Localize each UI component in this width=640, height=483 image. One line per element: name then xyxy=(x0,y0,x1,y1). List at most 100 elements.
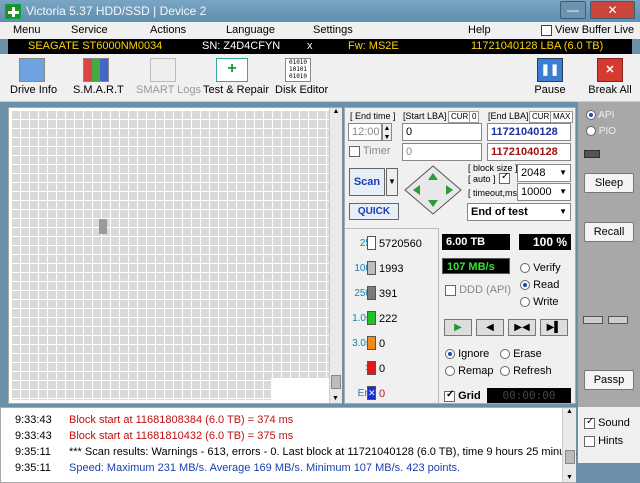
ignore-radio[interactable]: Ignore xyxy=(445,348,489,360)
log-time: 9:35:11 xyxy=(15,462,51,474)
hints-checkbox[interactable]: Hints xyxy=(584,435,623,447)
sound-checkbox[interactable]: Sound xyxy=(584,416,630,429)
device-model: SEAGATE ST6000NM0034 xyxy=(28,40,163,52)
recall-button[interactable]: Recall xyxy=(584,222,634,242)
pio-label: PIO xyxy=(598,126,617,137)
timeout-select[interactable]: 10000 ▼ xyxy=(517,183,571,201)
scroll-up-icon[interactable]: ▲ xyxy=(330,108,342,115)
verify-radio[interactable]: Verify xyxy=(520,262,561,274)
scan-button[interactable]: Scan xyxy=(349,168,385,196)
refresh-radio[interactable]: Refresh xyxy=(500,365,552,377)
read-label: Read xyxy=(533,279,560,291)
scan-dropdown-icon[interactable]: ▼ xyxy=(386,168,398,196)
view-buffer-live[interactable]: View Buffer Live xyxy=(555,24,634,36)
disk-editor-button[interactable]: 01010 10101 01010 Disk Editor xyxy=(275,58,329,96)
scroll-up-icon[interactable]: ▲ xyxy=(563,408,576,415)
ignore-label: Ignore xyxy=(458,348,490,360)
start-lba-field[interactable]: 0 xyxy=(402,123,482,141)
chevron-down-icon: ▼ xyxy=(559,187,567,196)
power-indicator xyxy=(584,150,600,158)
menu-item-help[interactable]: Help xyxy=(468,24,491,36)
start-cur-button[interactable]: CUR xyxy=(448,111,472,123)
scroll-thumb[interactable] xyxy=(331,375,341,389)
write-label: Write xyxy=(533,296,559,308)
log-scrollbar[interactable]: ▲ ▼ xyxy=(562,408,576,482)
grid-scrollbar[interactable]: ▲ ▼ xyxy=(329,108,342,403)
skip-back-icon[interactable]: ▶◀ xyxy=(508,319,536,336)
speed-display: 107 MB/s xyxy=(442,258,510,274)
auto-checkbox[interactable] xyxy=(499,171,510,184)
grid-checkbox[interactable]: Grid xyxy=(444,389,481,402)
break-all-button[interactable]: ✕ Break All xyxy=(588,58,632,96)
stat-bar xyxy=(367,361,376,375)
log-text: Speed: Maximum 231 MB/s. Average 169 MB/… xyxy=(69,462,461,474)
end-time-field[interactable]: 12:00 xyxy=(348,123,382,141)
write-radio[interactable]: Write xyxy=(520,296,559,308)
menu-item-service[interactable]: Service xyxy=(71,24,108,36)
disk-editor-label: Disk Editor xyxy=(275,84,329,96)
percent-sign: % xyxy=(556,235,567,249)
block-size-select[interactable]: 2048 ▼ xyxy=(517,164,571,182)
menu-item-language[interactable]: Language xyxy=(226,24,275,36)
scan-map: ▲ ▼ xyxy=(8,107,342,404)
end-time-label: [ End time ] xyxy=(350,111,396,121)
test-repair-button[interactable]: + Test & Repair xyxy=(203,58,269,96)
toolbar: Drive Info S.M.A.R.T SMART Logs + Test &… xyxy=(0,54,640,102)
progress-percent: 100 xyxy=(532,235,553,249)
scroll-thumb[interactable] xyxy=(565,450,575,464)
control-panel: [ End time ] [Start LBA] CUR 0 [End LBA]… xyxy=(344,107,576,404)
break-all-label: Break All xyxy=(588,84,632,96)
stop-icon: ✕ xyxy=(597,58,623,82)
menu-item-settings[interactable]: Settings xyxy=(313,24,353,36)
sleep-button[interactable]: Sleep xyxy=(584,173,634,193)
erase-radio[interactable]: Erase xyxy=(500,348,542,360)
scroll-down-icon[interactable]: ▼ xyxy=(566,474,573,481)
end-lba-field-2[interactable]: 11721040128 xyxy=(487,143,571,161)
pio-radio[interactable]: PIO xyxy=(586,126,616,137)
time-spinner[interactable]: ▲ ▼ xyxy=(382,123,392,141)
timer-field[interactable]: 0 xyxy=(402,143,482,161)
stat-value: 1993 xyxy=(379,263,404,275)
skip-end-icon[interactable]: ▶▌ xyxy=(540,319,568,336)
log-time: 9:33:43 xyxy=(15,430,52,442)
passp-button[interactable]: Passp xyxy=(584,370,634,390)
play-icon[interactable]: ▶ xyxy=(444,319,472,336)
elapsed-timer: 00:00:00 xyxy=(487,388,571,403)
ddd-checkbox[interactable]: DDD (API) xyxy=(445,284,511,296)
erase-label: Erase xyxy=(513,348,542,360)
window-title: Victoria 5.37 HDD/SSD | Device 2 xyxy=(26,4,207,18)
stat-value: 0 xyxy=(379,363,386,375)
end-cur-button[interactable]: CUR xyxy=(529,111,553,123)
device-bar: SEAGATE ST6000NM0034 SN: Z4D4CFYN x Fw: … xyxy=(8,39,632,54)
start-zero-button[interactable]: 0 xyxy=(469,111,480,123)
remap-radio[interactable]: Remap xyxy=(445,365,494,377)
scroll-down-icon[interactable]: ▼ xyxy=(332,395,339,402)
info-icon xyxy=(19,58,45,82)
timeout-label: [ timeout,ms ] xyxy=(468,188,523,198)
minimize-button[interactable]: — xyxy=(560,1,586,19)
menu-item-actions[interactable]: Actions xyxy=(150,24,186,36)
menu-item-menu[interactable]: Menu xyxy=(13,24,41,36)
end-mode-select[interactable]: End of test ▼ xyxy=(467,203,571,221)
end-mode-value: End of test xyxy=(471,206,528,218)
quick-button[interactable]: QUICK xyxy=(349,203,399,220)
end-lba-field[interactable]: 11721040128 xyxy=(487,123,571,141)
smart-button[interactable]: S.M.A.R.T xyxy=(73,58,124,96)
read-radio[interactable]: Read xyxy=(520,279,559,291)
rewind-icon[interactable]: ◀ xyxy=(476,319,504,336)
log-text: *** Scan results: Warnings - 613, errors… xyxy=(69,446,578,458)
end-max-button[interactable]: MAX xyxy=(550,111,574,123)
smart-logs-button[interactable]: SMART Logs xyxy=(136,58,201,96)
ddd-label: DDD (API) xyxy=(459,284,512,296)
navigation-pad-icon[interactable] xyxy=(403,164,463,216)
timer-checkbox[interactable]: Timer xyxy=(349,145,391,157)
api-radio[interactable]: API xyxy=(586,110,614,121)
drive-info-button[interactable]: Drive Info xyxy=(10,58,57,96)
error-icon: ✕ xyxy=(367,386,376,400)
pause-button[interactable]: ❚❚ Pause xyxy=(533,58,567,96)
scan-grid xyxy=(11,110,329,400)
block-size-value: 2048 xyxy=(521,167,546,179)
grid-label: Grid xyxy=(458,390,481,402)
close-button[interactable]: ✕ xyxy=(590,1,635,19)
stats-panel: 25 5720560 100 1993 250 391 1.0s 222 3.0… xyxy=(345,228,439,404)
